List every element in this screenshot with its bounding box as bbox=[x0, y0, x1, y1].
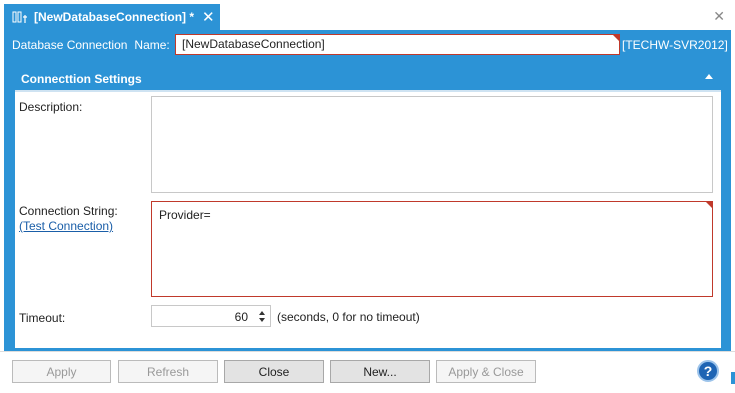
timeout-label: Timeout: bbox=[19, 311, 66, 325]
header-bar: Database Connection Name: [NewDatabaseCo… bbox=[4, 30, 731, 59]
name-field-value: [NewDatabaseConnection] bbox=[182, 37, 325, 51]
name-field[interactable]: [NewDatabaseConnection] bbox=[175, 34, 620, 55]
database-connection-icon bbox=[12, 10, 30, 24]
description-field[interactable] bbox=[151, 96, 713, 193]
connection-string-label: Connection String: bbox=[19, 204, 118, 218]
timeout-stepper[interactable]: 60 bbox=[151, 305, 271, 327]
tab-strip: [NewDatabaseConnection] * ✕ ✕ bbox=[0, 0, 735, 30]
apply-button[interactable]: Apply bbox=[12, 360, 111, 383]
help-icon[interactable]: ? bbox=[697, 360, 719, 382]
connection-string-value: Provider= bbox=[159, 208, 211, 222]
close-button[interactable]: Close bbox=[224, 360, 324, 383]
name-label: Name: bbox=[134, 37, 170, 52]
test-connection-link[interactable]: (Test Connection) bbox=[19, 219, 113, 233]
validation-error-marker bbox=[706, 202, 712, 208]
connection-string-field[interactable]: Provider= bbox=[151, 201, 713, 297]
timeout-value: 60 bbox=[234, 310, 248, 324]
timeout-hint: (seconds, 0 for no timeout) bbox=[277, 310, 420, 324]
description-label: Description: bbox=[19, 100, 83, 114]
connection-settings-section: Connecttion Settings Description: Connec… bbox=[14, 67, 722, 349]
server-label: [TECHW-SVR2012] bbox=[622, 38, 728, 52]
section-title: Connecttion Settings bbox=[21, 72, 142, 86]
new-button[interactable]: New... bbox=[330, 360, 430, 383]
window-close-icon[interactable]: ✕ bbox=[713, 8, 725, 25]
refresh-button[interactable]: Refresh bbox=[118, 360, 218, 383]
object-type-label: Database Connection bbox=[12, 37, 128, 52]
apply-close-button[interactable]: Apply & Close bbox=[436, 360, 536, 383]
section-header[interactable]: Connecttion Settings bbox=[15, 68, 721, 92]
button-bar: Apply Refresh Close New... Apply & Close… bbox=[0, 351, 735, 393]
tab-new-database-connection[interactable]: [NewDatabaseConnection] * ✕ bbox=[4, 4, 220, 30]
stepper-down-icon[interactable] bbox=[259, 318, 265, 322]
content-frame: Connecttion Settings Description: Connec… bbox=[4, 59, 731, 351]
tab-title: [NewDatabaseConnection] * bbox=[34, 10, 195, 24]
tab-close-icon[interactable]: ✕ bbox=[202, 10, 215, 25]
window-edge bbox=[731, 372, 735, 384]
stepper-up-icon[interactable] bbox=[259, 311, 265, 315]
collapse-icon[interactable] bbox=[705, 74, 713, 79]
validation-error-marker bbox=[613, 35, 619, 41]
